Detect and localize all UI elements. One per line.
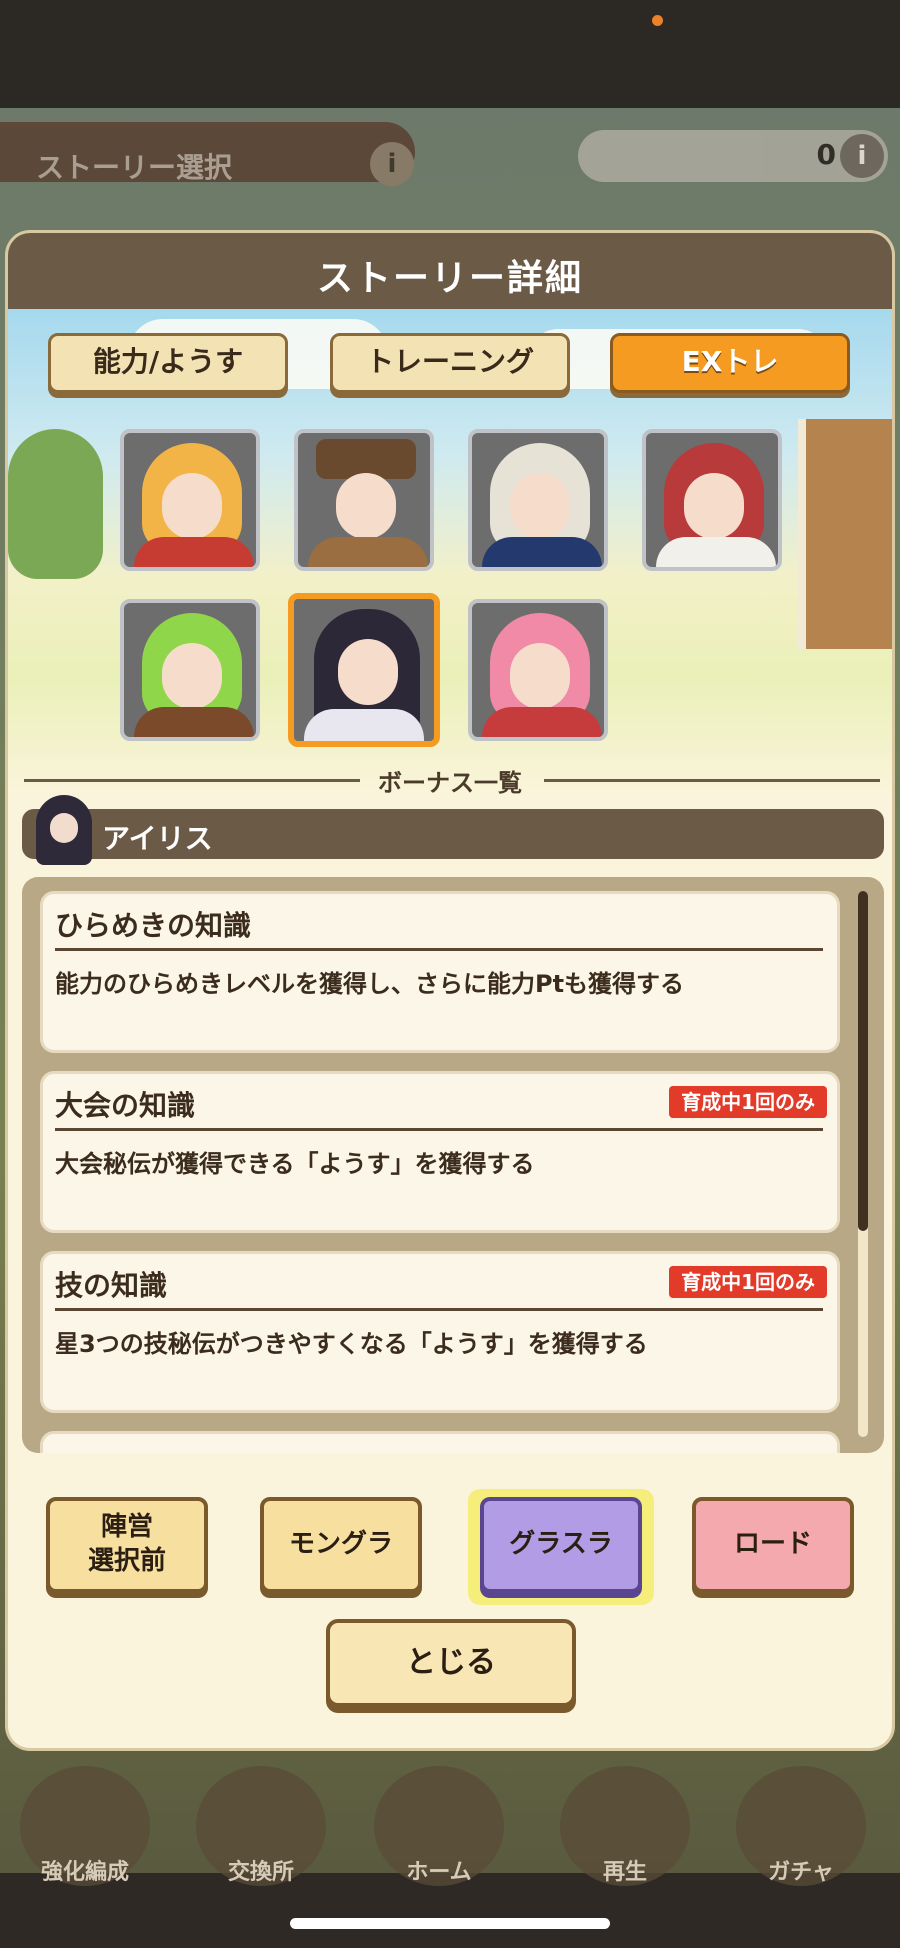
bonus-title: 技の知識 [55,1269,168,1302]
story-detail-modal: ストーリー詳細 能力/ようす トレーニング EXトレ ボーナス一覧 アイリス ひ… [8,233,892,1748]
mongura-button[interactable]: モングラ [260,1497,422,1593]
bonus-description: 能力のひらめきレベルを獲得し、さらに能力Ptも獲得する [55,970,685,998]
info-icon: i [370,142,414,186]
tab-training[interactable]: トレーニング [330,333,570,393]
nav-label: 強化編成 [40,1860,129,1885]
bonus-description: 大会秘伝が獲得できる「ようす」を獲得する [55,1150,535,1178]
nav-label: 再生 [602,1860,647,1885]
currency-info-icon: i [840,134,884,178]
bonus-card: ひらめきの知識 能力のひらめきレベルを獲得し、さらに能力Ptも獲得する [40,891,840,1053]
bonus-title: 大会の知識 [55,1089,196,1122]
portrait-outfit [134,537,254,567]
bonus-card: 技の知識 育成中1回のみ 星3つの技秘伝がつきやすくなる「ようす」を獲得する [40,1251,840,1413]
character-portrait[interactable] [642,429,782,571]
nav-label: 交換所 [227,1860,294,1885]
portrait-outfit [304,709,424,741]
portrait-outfit [308,537,428,567]
bonus-list-panel[interactable]: ひらめきの知識 能力のひらめきレベルを獲得し、さらに能力Ptも獲得する 大会の知… [22,877,884,1453]
character-avatar [36,795,92,865]
modal-header: ストーリー詳細 [8,233,892,309]
tree [8,429,103,579]
portrait-outfit [482,537,602,567]
limit-badge: 育成中1回のみ [669,1266,827,1298]
bonus-divider [55,1308,823,1311]
nav-label: ガチャ [768,1860,834,1885]
avatar-face [50,813,78,843]
portrait-face [510,643,570,709]
home-indicator[interactable] [290,1918,610,1929]
bonus-title: ひらめきの知識 [55,909,252,942]
nav-label: ホーム [406,1860,472,1885]
pre-faction-button[interactable]: 陣営 選択前 [46,1497,208,1593]
status-bar [0,0,900,108]
background-title-bar: ストーリー選択 i [0,122,415,186]
close-button[interactable]: とじる [326,1619,576,1707]
road-button[interactable]: ロード [692,1497,854,1593]
modal-title: ストーリー詳細 [316,258,583,299]
portrait-outfit [482,707,602,737]
tab-ability[interactable]: 能力/ようす [48,333,288,393]
portrait-face [162,643,222,709]
barn [798,419,892,649]
bonus-divider [55,1128,823,1131]
background-title: ストーリー選択 [36,151,233,184]
character-portrait[interactable] [120,599,260,741]
bonus-divider [55,948,823,951]
character-portrait[interactable] [468,429,608,571]
portrait-face [338,639,398,705]
portrait-face [162,473,222,539]
portrait-face [510,473,570,539]
bonus-card: 大会の知識 育成中1回のみ 大会秘伝が獲得できる「ようす」を獲得する [40,1071,840,1233]
scrollbar-thumb[interactable] [858,891,868,1231]
gurasura-button[interactable]: グラスラ [480,1497,642,1593]
character-portrait-selected[interactable] [288,593,440,747]
character-portrait[interactable] [120,429,260,571]
character-portrait[interactable] [468,599,608,741]
limit-badge: 育成中1回のみ [669,1086,827,1118]
portrait-outfit [134,707,254,737]
recording-indicator-icon [652,15,663,26]
bonus-card-partial [40,1431,840,1453]
bonus-description: 星3つの技秘伝がつきやすくなる「ようす」を獲得する [55,1330,648,1358]
currency-pill: 0 i [578,130,888,182]
character-name: アイリス [102,822,213,855]
portrait-face [336,473,396,539]
portrait-face [684,473,744,539]
portrait-outfit [656,537,776,567]
character-portrait[interactable] [294,429,434,571]
currency-value: 0 [816,138,836,171]
tab-ex-training[interactable]: EXトレ [610,333,850,393]
bonus-list-title: ボーナス一覧 [378,769,522,797]
